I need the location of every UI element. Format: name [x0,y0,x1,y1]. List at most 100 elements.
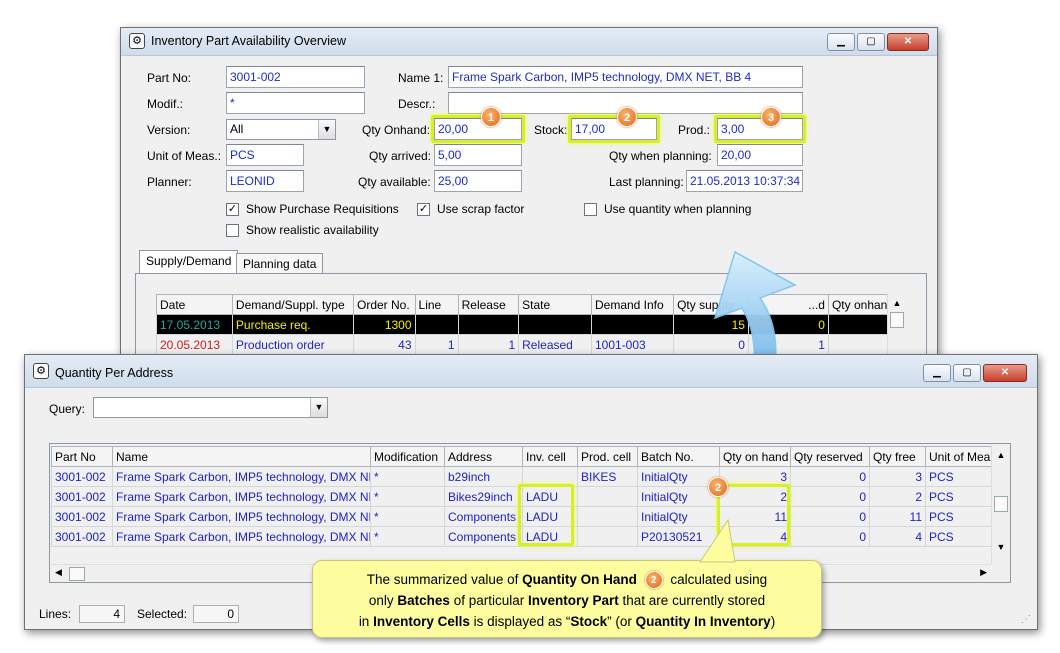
col-modification[interactable]: Modification [370,446,445,467]
show-purchase-requisitions-checkbox[interactable]: ✓ Show Purchase Requisitions [226,202,399,216]
tab-supply-demand[interactable]: Supply/Demand [139,250,239,274]
col-line[interactable]: Line [414,294,459,315]
stock-highlight [568,115,660,143]
last-planning-field[interactable]: 21.05.2013 10:37:34 [686,170,803,192]
col-demand-info[interactable]: Demand Info [590,294,675,315]
grid-scrollbar[interactable]: ▲ [887,294,906,356]
cell [590,314,675,335]
cell: 4 [869,526,926,547]
minimize-button[interactable]: ▁ [923,364,951,382]
cell: PCS [925,506,992,527]
close-button[interactable]: ✕ [887,33,929,51]
callout-bold: Quantity In Inventory [635,614,771,629]
col-type[interactable]: Demand/Suppl. type [231,294,354,315]
app-icon: ⚙ [129,33,145,49]
callout-text: ) [770,614,776,629]
callout-line-3: in Inventory Cells is displayed as “Stoc… [323,611,811,632]
callout-bold: Inventory Cells [373,614,470,629]
callout-bold: Inventory Part [528,593,619,608]
col-name[interactable]: Name [112,446,371,467]
cell [457,314,520,335]
cell: * [370,506,445,527]
name1-field[interactable]: Frame Spark Carbon, IMP5 technology, DMX… [448,66,803,88]
col-qty-reserved[interactable]: Qty reserved [790,446,870,467]
cell: 1300 [352,314,416,335]
version-select[interactable]: All ▼ [226,119,336,140]
table-row[interactable]: 20.05.2013 Production order 43 1 1 Relea… [156,334,907,355]
col-qty-demand[interactable]: ...d [747,294,829,315]
show-purchase-requisitions-label: Show Purchase Requisitions [246,202,399,216]
tab-planning-data[interactable]: Planning data [236,253,324,275]
callout-bold: Quantity On Hand [522,572,637,587]
planner-field[interactable]: LEONID [226,170,304,192]
cell: Production order [231,334,354,355]
close-button[interactable]: ✕ [983,364,1027,382]
lines-label: Lines: [39,607,72,621]
app-icon: ⚙ [33,363,49,379]
col-date[interactable]: Date [156,294,233,315]
qty-arrived-label: Qty arrived: [369,149,432,163]
col-release[interactable]: Release [457,294,520,315]
uom-label: Unit of Meas.: [147,149,222,163]
scroll-up-icon[interactable]: ▲ [888,294,906,312]
minimize-button[interactable]: ▁ [827,33,855,51]
cell: 2 [869,486,926,507]
inventory-part-availability-window: ⚙ Inventory Part Availability Overview ▁… [120,27,938,368]
cell: BIKES [577,466,638,487]
use-qty-when-planning-checkbox[interactable]: Use quantity when planning [584,202,751,216]
qty-onhand-label: Qty Onhand: [362,123,431,137]
cell: 1001-003 [590,334,675,355]
col-qty-free[interactable]: Qty free [869,446,926,467]
maximize-button[interactable]: ▢ [953,364,981,382]
chevron-down-icon[interactable]: ▼ [310,398,327,417]
cell: Released [518,334,592,355]
scroll-hthumb[interactable] [69,567,85,581]
part-no-label: Part No: [147,71,192,85]
use-qty-when-planning-label: Use quantity when planning [604,202,752,216]
uom-field[interactable]: PCS [226,144,304,166]
use-scrap-factor-label: Use scrap factor [437,202,525,216]
maximize-button[interactable]: ▢ [857,33,885,51]
cell: Frame Spark Carbon, IMP5 technology, DMX… [112,466,371,487]
table-row[interactable]: 17.05.2013 Purchase req. 1300 15 0 40 [156,314,907,335]
col-order[interactable]: Order No. [352,294,416,315]
scroll-right-icon[interactable]: ▶ [980,567,987,578]
cell: PCS [925,466,992,487]
col-qty-supply[interactable]: Qty supply [673,294,749,315]
modif-label: Modif.: [147,97,184,111]
cell: Bikes29inch [444,486,523,507]
use-scrap-factor-checkbox[interactable]: ✓ Use scrap factor [417,202,524,216]
col-batch-no[interactable]: Batch No. [637,446,720,467]
window-title: Quantity Per Address [55,366,174,380]
col-unit[interactable]: Unit of Mea [925,446,992,467]
checkbox-unchecked-icon [226,223,239,237]
selected-count: 0 [193,605,239,623]
show-realistic-availability-checkbox[interactable]: Show realistic availability [226,223,379,237]
qty-when-planning-field[interactable]: 20,00 [717,144,803,166]
scroll-left-icon[interactable]: ◀ [55,567,62,578]
scroll-thumb[interactable] [890,312,904,328]
title-bar[interactable]: ⚙ Quantity Per Address ▁ ▢ ✕ [25,355,1037,388]
scroll-thumb[interactable] [994,496,1008,512]
col-qty-on-hand[interactable]: Qty on hand [719,446,791,467]
chevron-down-icon[interactable]: ▼ [318,120,335,139]
scroll-down-icon[interactable]: ▼ [992,542,1010,552]
col-state[interactable]: State [518,294,592,315]
grid-vertical-scrollbar[interactable]: ▲ ▼ [991,446,1010,564]
col-part-no[interactable]: Part No [51,446,113,467]
scroll-up-icon[interactable]: ▲ [992,446,1010,464]
col-prod-cell[interactable]: Prod. cell [577,446,638,467]
modif-field[interactable]: * [226,92,365,114]
cell: 1 [457,334,520,355]
badge-3: 3 [761,107,781,127]
title-bar[interactable]: ⚙ Inventory Part Availability Overview ▁… [121,28,937,56]
supply-demand-grid: Date Demand/Suppl. type Order No. Line R… [156,294,907,355]
col-inv-cell[interactable]: Inv. cell [522,446,578,467]
resize-grip-icon[interactable]: ⋰ [1021,614,1031,625]
qty-arrived-field[interactable]: 5,00 [434,144,522,166]
query-select[interactable]: ▼ [93,397,328,418]
cell: P20130521 [637,526,720,547]
qty-available-field[interactable]: 25,00 [434,170,522,192]
part-no-field[interactable]: 3001-002 [226,66,365,88]
col-address[interactable]: Address [444,446,523,467]
